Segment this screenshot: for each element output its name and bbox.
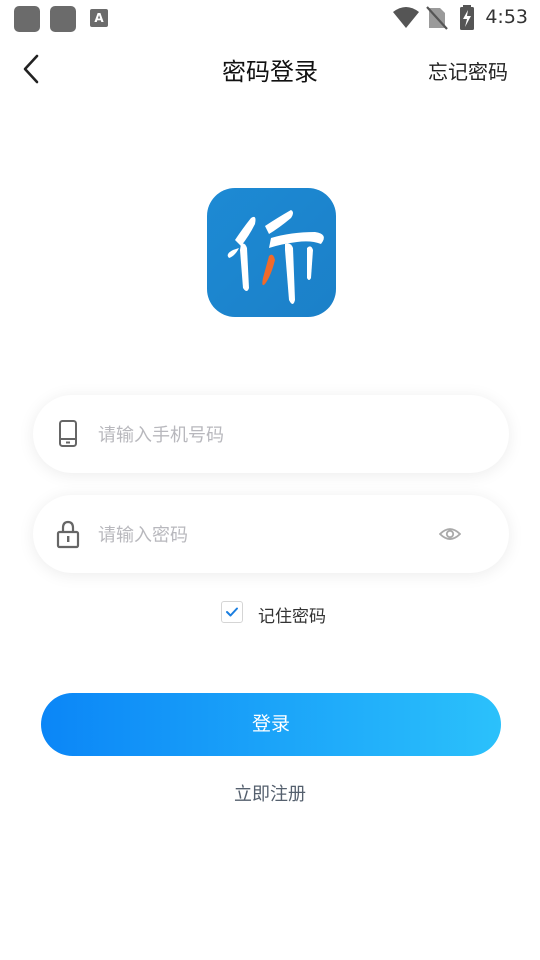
a-notification-icon: A: [90, 9, 108, 27]
phone-input[interactable]: 请输入手机号码: [98, 421, 224, 447]
wifi-icon: [393, 7, 419, 28]
forgot-password-link[interactable]: 忘记密码: [428, 56, 508, 85]
lock-icon: [56, 520, 80, 549]
battery-charging-icon: [460, 5, 474, 30]
eye-icon[interactable]: [439, 524, 461, 544]
password-field[interactable]: 请输入密码: [33, 495, 509, 573]
remember-password-checkbox[interactable]: [221, 601, 243, 623]
phone-icon: [59, 420, 77, 447]
status-time: 4:53: [485, 6, 528, 28]
app-notification-icon: [50, 6, 76, 32]
app-logo: [207, 188, 336, 317]
app-logo-glyph: [227, 210, 324, 304]
password-input[interactable]: 请输入密码: [98, 521, 188, 547]
remember-password-label: 记住密码: [258, 607, 326, 627]
check-icon: [226, 607, 238, 617]
no-sim-icon: [426, 6, 448, 30]
phone-field[interactable]: 请输入手机号码: [33, 395, 509, 473]
login-button[interactable]: 登录: [41, 693, 501, 756]
register-link[interactable]: 立即注册: [0, 780, 540, 806]
status-bar: A 4:53: [0, 0, 540, 36]
nav-bar: 密码登录 忘记密码: [0, 40, 540, 98]
app-notification-icon: [14, 6, 40, 32]
